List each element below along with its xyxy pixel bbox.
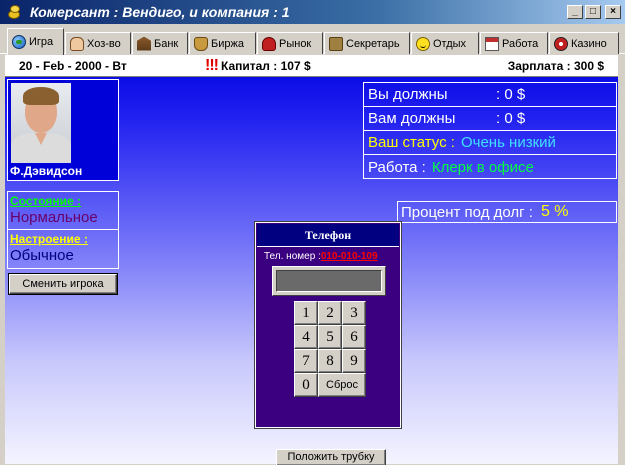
tab-leisure[interactable]: Отдых	[411, 32, 479, 54]
state-value: Нормальное	[10, 209, 98, 226]
window-controls: _ □ ×	[567, 5, 621, 19]
phone-display	[272, 266, 386, 296]
mood-label[interactable]: Настроение :	[10, 232, 88, 246]
bank-icon	[137, 36, 151, 51]
key-5[interactable]: 5	[318, 325, 342, 349]
state-label[interactable]: Состояние :	[10, 194, 81, 208]
tab-label: Банк	[154, 37, 179, 50]
rate-label: Процент под долг :	[401, 203, 533, 221]
tab-label: Биржа	[211, 37, 244, 50]
you-owe-value: : 0 $	[496, 86, 526, 103]
roulette-icon	[554, 36, 568, 51]
tab-work[interactable]: Работа	[480, 32, 548, 54]
key-1[interactable]: 1	[294, 301, 318, 325]
player-card: Ф.Дэвидсон	[7, 79, 119, 181]
you-owe-label: Вы должны	[368, 86, 448, 103]
info-bar: 20 - Feb - 2000 - Вт !!! Капитал : 107 $…	[5, 55, 618, 77]
phone-title: Телефон	[257, 224, 399, 247]
title-bar[interactable]: Комерсант : Вендиго, и компания : 1 _ □ …	[0, 0, 625, 24]
owed-to-you-row: Вам должны : 0 $	[364, 107, 616, 131]
hang-up-button[interactable]: Положить трубку	[276, 449, 386, 465]
smiley-icon	[416, 36, 430, 51]
player-portrait	[11, 83, 71, 163]
tab-label: Отдых	[433, 37, 467, 50]
alert-marks: !!!	[205, 56, 219, 74]
tab-label: Хоз-во	[87, 37, 121, 50]
reset-button[interactable]: Сброс	[318, 373, 366, 397]
globe-icon	[12, 35, 26, 49]
status-label: Ваш статус :	[368, 134, 455, 151]
phone-number-value[interactable]: 010-010-109	[321, 251, 378, 262]
tab-label: Работа	[502, 37, 539, 50]
game-panel: 20 - Feb - 2000 - Вт !!! Капитал : 107 $…	[5, 55, 618, 465]
key-6[interactable]: 6	[342, 325, 366, 349]
change-player-button[interactable]: Сменить игрока	[8, 273, 118, 295]
minimize-button[interactable]: _	[567, 5, 583, 19]
briefcase-icon	[194, 36, 208, 51]
player-name: Ф.Дэвидсон	[10, 164, 83, 178]
tab-strip: Игра Хоз-во Банк Биржа Рынок Секретарь О…	[0, 28, 625, 55]
key-9[interactable]: 9	[342, 349, 366, 373]
market-icon	[262, 36, 276, 51]
tab-bank[interactable]: Банк	[132, 32, 188, 54]
debt-rate: Процент под долг : 5 %	[397, 201, 617, 223]
rate-value: 5 %	[540, 203, 569, 220]
tab-label: Игра	[29, 36, 54, 48]
status-value: Очень низкий	[460, 134, 556, 151]
phone-widget: Телефон Тел. номер :010-010-109 1 2 3 4 …	[254, 221, 402, 465]
salary-display: Зарплата : 300 $	[507, 58, 604, 73]
you-owe-row: Вы должны : 0 $	[364, 83, 616, 107]
tab-label: Секретарь	[346, 37, 400, 50]
key-8[interactable]: 8	[318, 349, 342, 373]
mood-value: Обычное	[10, 247, 74, 264]
tab-game[interactable]: Игра	[7, 28, 64, 55]
tab-market[interactable]: Рынок	[257, 32, 323, 54]
state-row: Состояние : Нормальное	[8, 192, 118, 230]
key-7[interactable]: 7	[294, 349, 318, 373]
key-3[interactable]: 3	[342, 301, 366, 325]
current-date: 20 - Feb - 2000 - Вт	[19, 58, 127, 73]
phone-lcd	[276, 270, 382, 292]
phone-number-line: Тел. номер :010-010-109	[264, 251, 378, 262]
key-2[interactable]: 2	[318, 301, 342, 325]
tab-secretary[interactable]: Секретарь	[324, 32, 410, 54]
close-button[interactable]: ×	[605, 5, 621, 19]
tab-exchange[interactable]: Биржа	[189, 32, 256, 54]
player-stats: Состояние : Нормальное Настроение : Обыч…	[7, 191, 119, 269]
work-value: Клерк в офисе	[431, 158, 534, 176]
mood-row: Настроение : Обычное	[8, 230, 118, 268]
maximize-button[interactable]: □	[585, 5, 601, 19]
owed-to-you-value: : 0 $	[496, 110, 526, 127]
tab-casino[interactable]: Казино	[549, 32, 619, 54]
tab-label: Казино	[571, 37, 607, 50]
status-row: Ваш статус : Очень низкий	[364, 131, 616, 155]
work-label: Работа :	[368, 158, 426, 176]
finance-panel: Вы должны : 0 $ Вам должны : 0 $ Ваш ста…	[363, 82, 617, 179]
calendar-icon	[485, 36, 499, 51]
tab-label: Рынок	[279, 37, 312, 50]
phone-number-label: Тел. номер :	[264, 251, 321, 262]
handshake-icon	[70, 36, 84, 51]
window-title: Комерсант : Вендиго, и компания : 1	[30, 4, 290, 20]
key-4[interactable]: 4	[294, 325, 318, 349]
coins-app-icon	[6, 4, 24, 20]
tab-household[interactable]: Хоз-во	[65, 32, 131, 54]
capital-display: !!! Капитал : 107 $	[205, 57, 311, 75]
capital-value: Капитал : 107 $	[220, 58, 311, 73]
owed-to-you-label: Вам должны	[368, 110, 456, 127]
phone-icon	[329, 36, 343, 51]
key-0[interactable]: 0	[294, 373, 318, 397]
work-row: Работа : Клерк в офисе	[364, 155, 616, 179]
